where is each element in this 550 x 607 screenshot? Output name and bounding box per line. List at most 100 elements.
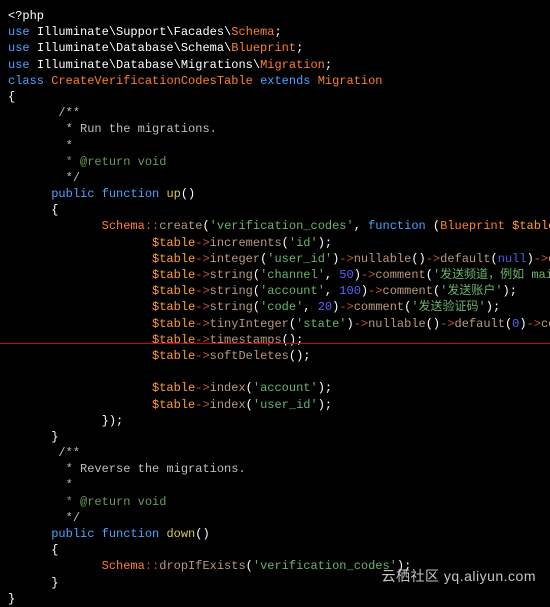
op: :: bbox=[145, 559, 159, 573]
ns: Illuminate\Support\Facades\ bbox=[37, 25, 231, 39]
doc: */ bbox=[58, 171, 80, 185]
watermark-right: yq.aliyun.com bbox=[444, 568, 536, 584]
fn-down: down bbox=[166, 527, 195, 541]
var: $table bbox=[152, 349, 195, 363]
var: $table bbox=[152, 268, 195, 282]
p: ; bbox=[274, 25, 281, 39]
m: softDeletes bbox=[210, 349, 289, 363]
ns: Illuminate\Database\Schema\ bbox=[37, 41, 231, 55]
php-open-tag: <?php bbox=[8, 9, 44, 23]
doc-tag: * @return void bbox=[58, 155, 166, 169]
var: $table bbox=[152, 300, 195, 314]
p: ); bbox=[318, 381, 332, 395]
num: 100 bbox=[339, 284, 361, 298]
var: $table bbox=[152, 317, 195, 331]
brace: } bbox=[8, 592, 15, 606]
brace: { bbox=[8, 90, 15, 104]
op: -> bbox=[368, 284, 382, 298]
null: null bbox=[498, 252, 527, 266]
op: -> bbox=[195, 349, 209, 363]
op: -> bbox=[195, 268, 209, 282]
m: string bbox=[210, 284, 253, 298]
s: 'account' bbox=[253, 381, 318, 395]
cls: Blueprint bbox=[440, 219, 505, 233]
p: ) bbox=[527, 252, 534, 266]
var: $table bbox=[512, 219, 550, 233]
brace: } bbox=[51, 576, 58, 590]
kw-class: class bbox=[8, 74, 44, 88]
m: integer bbox=[210, 252, 260, 266]
doc-tag: * @return void bbox=[58, 495, 166, 509]
annotation-redline bbox=[0, 343, 550, 344]
s: 'verification_codes' bbox=[210, 219, 354, 233]
p: ( bbox=[426, 268, 433, 282]
p: ( bbox=[253, 268, 260, 282]
kw-use: use bbox=[8, 41, 30, 55]
op: -> bbox=[195, 284, 209, 298]
code-block: <?php use Illuminate\Support\Facades\Sch… bbox=[8, 8, 542, 607]
kw-public: public bbox=[51, 187, 94, 201]
var: $table bbox=[152, 252, 195, 266]
p: ( bbox=[202, 219, 209, 233]
s: 'id' bbox=[289, 236, 318, 250]
op: -> bbox=[354, 317, 368, 331]
s: '发送账户' bbox=[440, 284, 502, 298]
p: ( bbox=[246, 559, 253, 573]
p: ( bbox=[282, 236, 289, 250]
p: ; bbox=[296, 333, 303, 347]
m: nullable bbox=[354, 252, 412, 266]
var: $table bbox=[152, 284, 195, 298]
p: ( bbox=[253, 284, 260, 298]
op: -> bbox=[534, 252, 548, 266]
s: 'verification_codes' bbox=[253, 559, 397, 573]
m: string bbox=[210, 300, 253, 314]
m: index bbox=[210, 381, 246, 395]
p: () bbox=[411, 252, 425, 266]
kw-use: use bbox=[8, 25, 30, 39]
s: 'user_id' bbox=[253, 398, 318, 412]
op: -> bbox=[440, 317, 454, 331]
cls: Blueprint bbox=[231, 41, 296, 55]
op: -> bbox=[195, 381, 209, 395]
kw-fn: function bbox=[102, 527, 160, 541]
watermark-left: 云栖社区 bbox=[382, 568, 440, 584]
var: $table bbox=[152, 236, 195, 250]
p: ); bbox=[318, 236, 332, 250]
ns: Illuminate\Database\Migrations\ bbox=[37, 58, 260, 72]
m: increments bbox=[210, 236, 282, 250]
p: ) bbox=[347, 317, 354, 331]
p: ) bbox=[354, 268, 361, 282]
op: -> bbox=[195, 236, 209, 250]
brace: { bbox=[51, 543, 58, 557]
base-class: Migration bbox=[318, 74, 383, 88]
m: comment bbox=[354, 300, 404, 314]
p: () bbox=[195, 527, 209, 541]
op: -> bbox=[195, 333, 209, 347]
kw-public: public bbox=[51, 527, 94, 541]
s: '发送验证码' bbox=[411, 300, 485, 314]
class-name: CreateVerificationCodesTable bbox=[51, 74, 253, 88]
m: create bbox=[159, 219, 202, 233]
m: tinyInteger bbox=[210, 317, 289, 331]
var: $table bbox=[152, 381, 195, 395]
p: () bbox=[289, 349, 303, 363]
p: ( bbox=[246, 398, 253, 412]
watermark: 云栖社区 yq.aliyun.com bbox=[382, 567, 536, 586]
p: ); bbox=[318, 398, 332, 412]
doc: /** bbox=[58, 106, 80, 120]
schema: Schema bbox=[102, 219, 145, 233]
doc: /** bbox=[58, 446, 80, 460]
num: 50 bbox=[339, 268, 353, 282]
op: -> bbox=[195, 398, 209, 412]
m: default bbox=[440, 252, 490, 266]
cls: Schema bbox=[231, 25, 274, 39]
m: comment bbox=[383, 284, 433, 298]
op: -> bbox=[426, 252, 440, 266]
kw-use: use bbox=[8, 58, 30, 72]
p: ); bbox=[503, 284, 517, 298]
kw-fn: function bbox=[368, 219, 426, 233]
doc: * Reverse the migrations. bbox=[58, 462, 245, 476]
doc: * bbox=[58, 478, 72, 492]
op: :: bbox=[145, 219, 159, 233]
p: ); bbox=[486, 300, 500, 314]
